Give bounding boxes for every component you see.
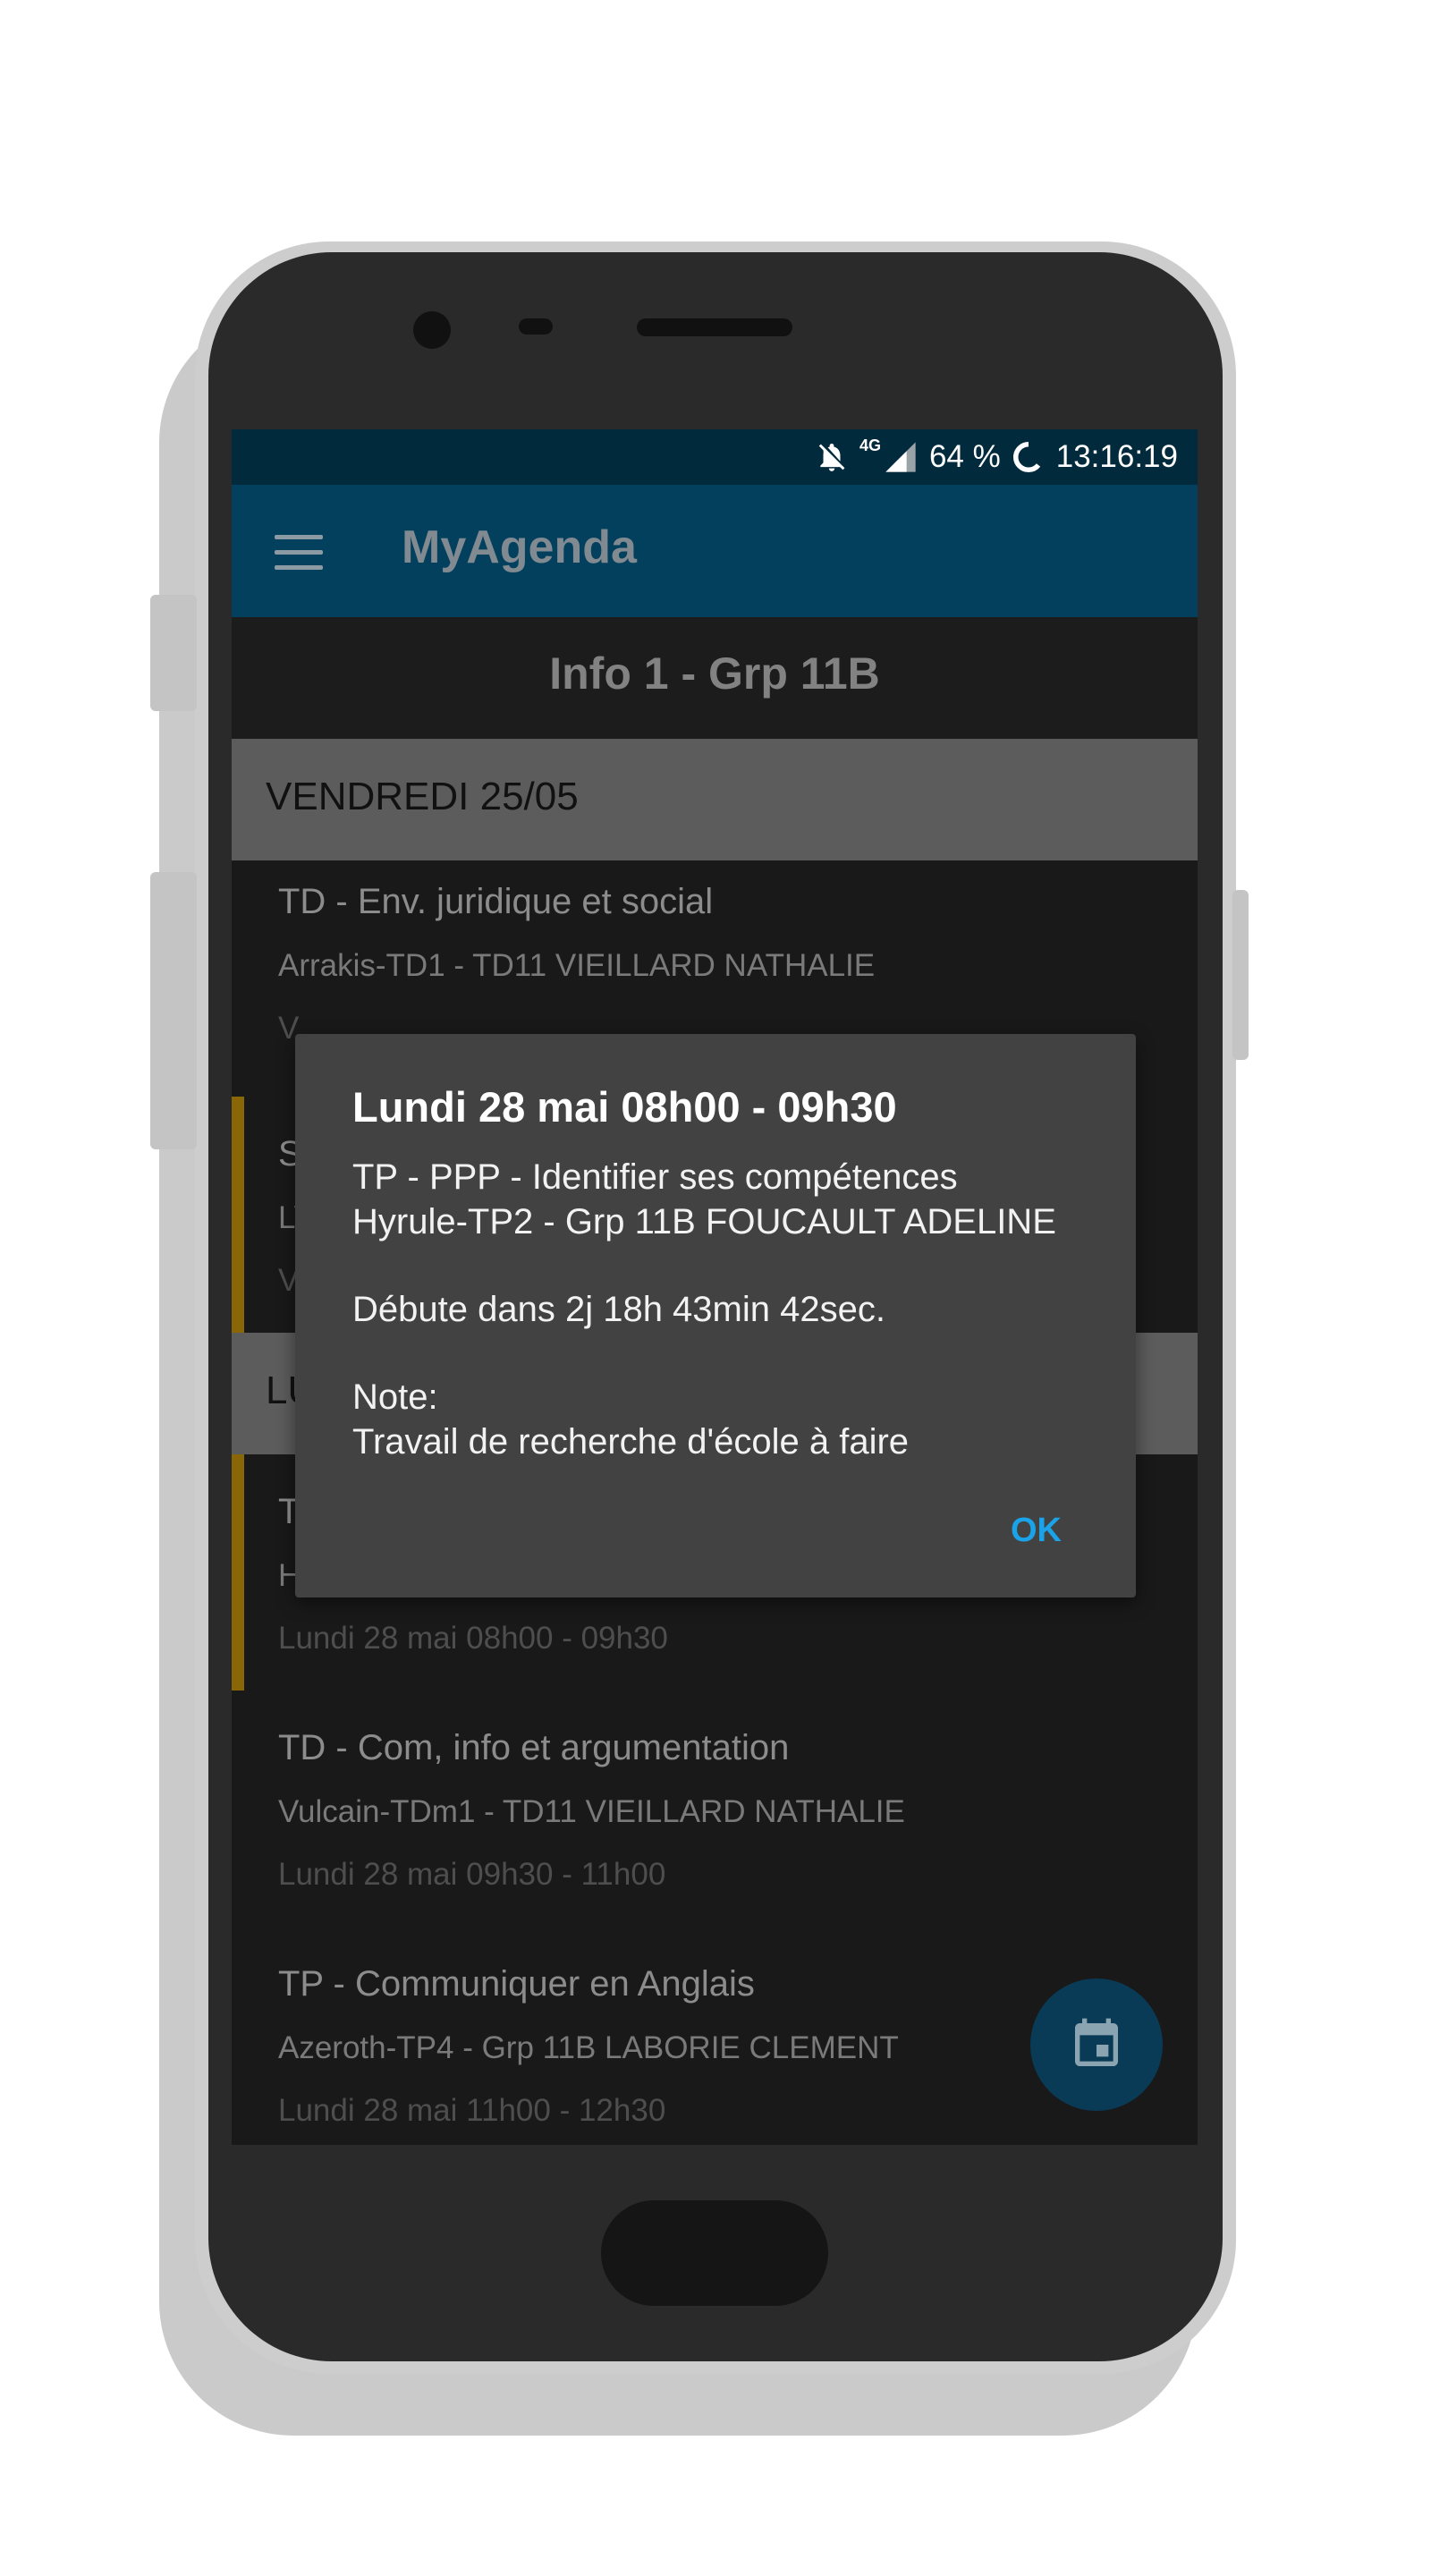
status-bar: 4G 64 % 13:16:19 bbox=[232, 429, 1198, 485]
course-title: TP - Communiquer en Anglais bbox=[278, 1964, 755, 2004]
app-title: MyAgenda bbox=[402, 521, 637, 573]
course-title: TD - Env. juridique et social bbox=[278, 882, 714, 921]
signal-icon bbox=[885, 442, 916, 472]
dialog-note-label: Note: bbox=[352, 1377, 438, 1417]
dialog-room-teacher: Hyrule-TP2 - Grp 11B FOUCAULT ADELINE bbox=[352, 1202, 1056, 1241]
side-button-left-1 bbox=[150, 595, 197, 711]
group-header: Info 1 - Grp 11B bbox=[232, 617, 1198, 739]
group-title: Info 1 - Grp 11B bbox=[549, 648, 880, 699]
status-items: 4G 64 % 13:16:19 bbox=[815, 436, 1178, 478]
dialog-title: Lundi 28 mai 08h00 - 09h30 bbox=[352, 1083, 897, 1131]
side-button-right bbox=[1232, 890, 1249, 1060]
dialog-countdown: Débute dans 2j 18h 43min 42sec. bbox=[352, 1290, 885, 1329]
course-room-teacher: Azeroth-TP4 - Grp 11B LABORIE CLEMENT bbox=[278, 2030, 899, 2065]
course-time: Lundi 28 mai 08h00 - 09h30 bbox=[278, 1621, 668, 1656]
dialog-course: TP - PPP - Identifier ses compétences bbox=[352, 1157, 958, 1197]
home-button[interactable] bbox=[601, 2200, 828, 2306]
clock: 13:16:19 bbox=[1055, 439, 1178, 474]
course-room-teacher: Arrakis-TD1 - TD11 VIEILLARD NATHALIE bbox=[278, 948, 876, 983]
ok-button[interactable]: OK bbox=[1011, 1512, 1062, 1550]
course-accent bbox=[232, 1097, 244, 1333]
calendar-fab-button[interactable] bbox=[1030, 1979, 1163, 2111]
front-camera bbox=[413, 311, 451, 349]
event-dialog: Lundi 28 mai 08h00 - 09h30 TP - PPP - Id… bbox=[295, 1034, 1136, 1597]
calendar-icon bbox=[1075, 2018, 1118, 2066]
battery-ring-icon bbox=[1012, 441, 1044, 473]
proximity-sensor bbox=[519, 318, 553, 335]
course-time: Lundi 28 mai 11h00 - 12h30 bbox=[278, 2093, 666, 2128]
course-title: TD - Com, info et argumentation bbox=[278, 1728, 790, 1767]
day-header: VENDREDI 25/05 bbox=[232, 739, 1198, 860]
side-button-left-2 bbox=[150, 872, 197, 1149]
course-room-teacher: Vulcain-TDm1 - TD11 VIEILLARD NATHALIE bbox=[278, 1794, 905, 1829]
app-bar: MyAgenda bbox=[232, 485, 1198, 617]
battery-percent: 64 % bbox=[928, 439, 1001, 474]
network-type: 4G bbox=[859, 436, 881, 454]
day-label: VENDREDI 25/05 bbox=[266, 775, 579, 818]
course-time: Lundi 28 mai 09h30 - 11h00 bbox=[278, 1857, 666, 1892]
earpiece-speaker bbox=[637, 318, 792, 336]
list-item[interactable]: TD - Com, info et argumentation Vulcain-… bbox=[232, 1690, 1198, 1927]
dialog-note-text: Travail de recherche d'école à faire bbox=[352, 1422, 910, 1462]
notifications-off-icon bbox=[818, 443, 845, 471]
course-accent bbox=[232, 1454, 244, 1690]
menu-icon[interactable] bbox=[275, 535, 323, 571]
